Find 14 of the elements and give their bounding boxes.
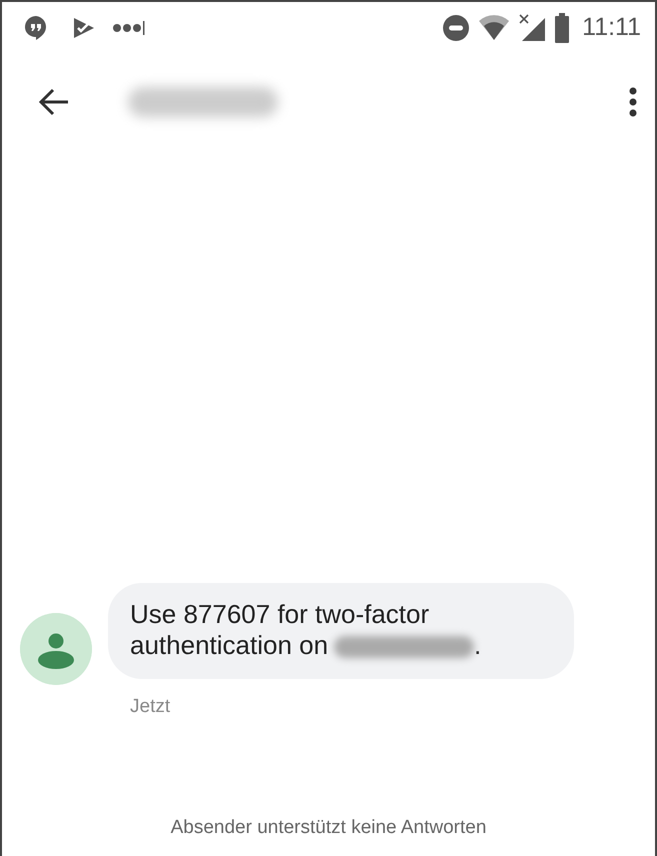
more-options-icon[interactable] <box>629 87 637 117</box>
back-arrow-icon[interactable] <box>38 88 70 116</box>
wifi-icon <box>478 15 510 41</box>
message-timestamp: Jetzt <box>130 695 172 719</box>
checkmark-flag-icon <box>72 16 96 40</box>
battery-icon <box>554 13 570 43</box>
avatar-icon <box>20 613 92 685</box>
reply-notice: Absender unterstützt keine Antworten <box>170 816 486 838</box>
more-dots-icon <box>112 21 146 35</box>
chat-bubble-icon <box>24 15 48 41</box>
message-bubble: Use 877607 for two-factor authentication on . <box>108 583 574 680</box>
do-not-disturb-icon <box>442 14 470 42</box>
clock-time: 11:11 <box>582 12 641 44</box>
signal-icon <box>518 14 546 42</box>
